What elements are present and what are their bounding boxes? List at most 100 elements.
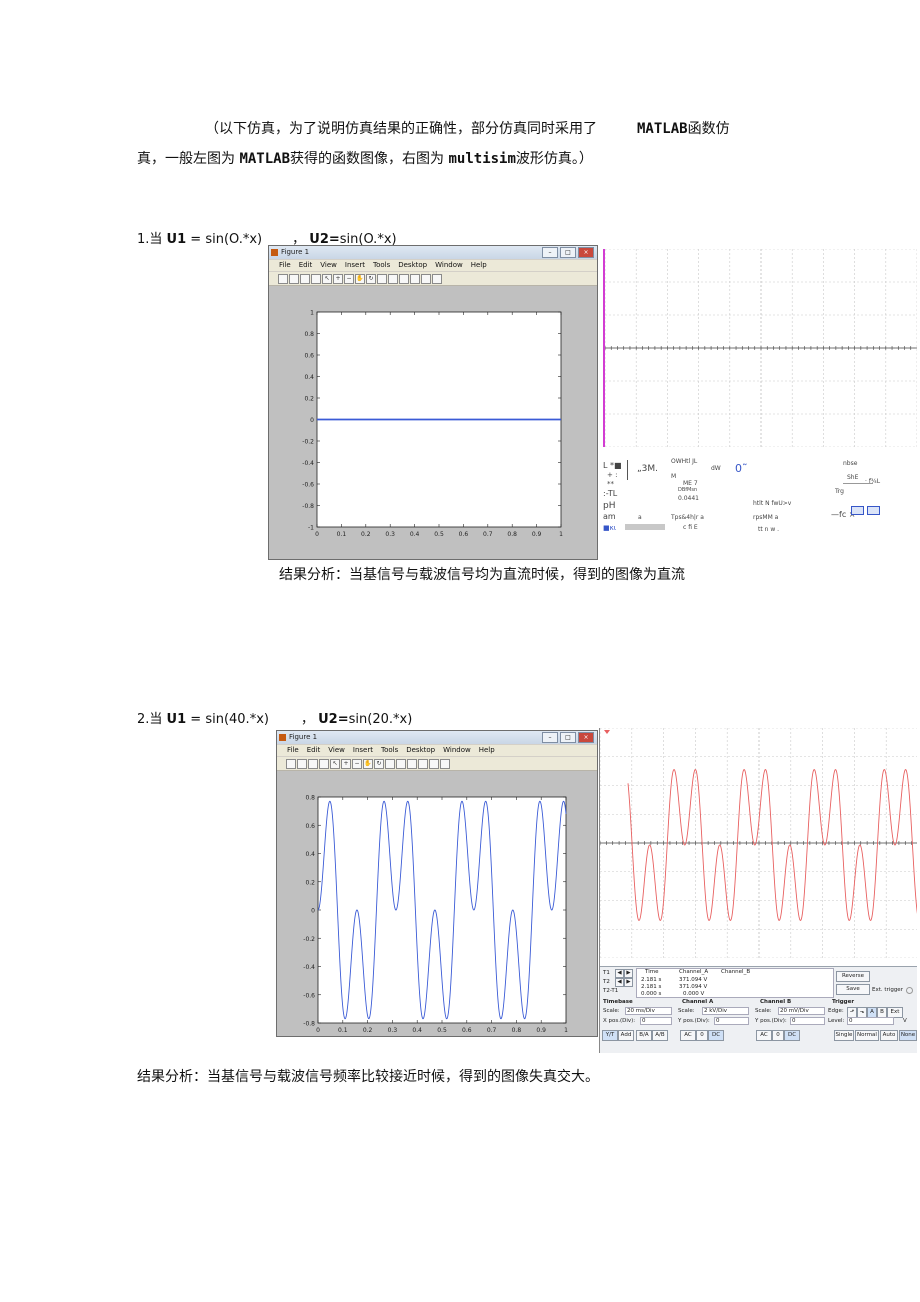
level-unit: V xyxy=(903,1018,907,1024)
trigger-label: Trigger xyxy=(832,999,855,1005)
ba-button[interactable]: B/A xyxy=(636,1030,652,1041)
ocr-text: nbse xyxy=(843,460,858,467)
yt-button[interactable]: Y/T xyxy=(602,1030,618,1041)
y-tick-label: 0.4 xyxy=(305,851,315,858)
auto-button[interactable]: Auto xyxy=(880,1030,898,1041)
channel-b-dc-button[interactable]: DC xyxy=(784,1030,800,1041)
ext-trigger-radio[interactable] xyxy=(906,987,913,994)
t1-label: T1 xyxy=(603,970,610,976)
x-tick-label: 0.6 xyxy=(459,531,469,538)
y-tick-label: 0 xyxy=(311,908,315,915)
scope-grid-2 xyxy=(600,728,917,959)
edge-label: Edge: xyxy=(828,1008,844,1014)
y-tick-label: 0.8 xyxy=(305,795,315,802)
add-button[interactable]: Add xyxy=(618,1030,634,1041)
channel-a-ac-button[interactable]: AC xyxy=(680,1030,696,1041)
t2-label: T2 xyxy=(603,979,610,985)
scope-option-button[interactable] xyxy=(867,506,880,515)
y-tick-label: 1 xyxy=(310,310,314,317)
y-tick-label: -0.4 xyxy=(302,460,314,467)
ocr-text: c fi E xyxy=(683,524,698,531)
t1-left-arrow-icon[interactable]: ◀ xyxy=(615,969,624,978)
ocr-text: am xyxy=(603,512,616,521)
x-tick-label: 0.5 xyxy=(437,1027,447,1034)
y-tick-label: 0.6 xyxy=(305,823,315,830)
ocr-text: L *■ xyxy=(603,461,622,470)
x-pos-field[interactable]: 0 xyxy=(640,1017,672,1025)
matlab-figure-2: Figure 1 – □ × File Edit View Insert Tools… xyxy=(276,730,598,1037)
channel-b-scale-field[interactable]: 20 mV/Div xyxy=(778,1007,825,1015)
matlab-figure-1: Figure 1 – □ × File Edit View Insert Tools… xyxy=(268,245,598,560)
ocr-text: tt n w . xyxy=(758,526,780,533)
x-tick-label: 0.9 xyxy=(536,1027,546,1034)
y-tick-label: -0.2 xyxy=(302,439,314,446)
normal-button[interactable]: Normal xyxy=(855,1030,879,1041)
x-tick-label: 0.5 xyxy=(434,531,444,538)
scope-control-panel: T1 T2 T2-T1 ◀ ▶ ◀ ▶ Time Channel_A Chann… xyxy=(600,966,917,1053)
channel-b-scale-label: Scale: xyxy=(755,1008,772,1014)
ocr-text: M xyxy=(671,473,677,480)
none-button[interactable]: None xyxy=(899,1030,917,1041)
y-tick-label: 0.2 xyxy=(304,396,314,403)
reverse-button[interactable]: Reverse xyxy=(836,971,870,982)
ocr-text: htlt N fwU>v xyxy=(753,500,792,507)
t2-left-arrow-icon[interactable]: ◀ xyxy=(615,978,624,987)
scope-1-panel-ocr: L *■ + : ** :-TL pH am ■κι „3M. OWHtl JL… xyxy=(603,458,917,538)
ab-button[interactable]: A/B xyxy=(652,1030,668,1041)
timebase-scale-field[interactable]: 20 ms/Div xyxy=(625,1007,672,1015)
timebase-scale-label: Scale: xyxy=(603,1008,620,1014)
y-tick-label: 0.8 xyxy=(304,331,314,338)
intro-line-2: 真，一般左图为 MATLAB获得的函数图像，右图为 multisim波形仿真。） xyxy=(137,151,593,167)
scope-option-button[interactable] xyxy=(851,506,864,515)
col-channel-a: Channel_A xyxy=(679,969,709,975)
y-tick-label: -0.6 xyxy=(302,482,314,489)
multisim-scope-2: T1 T2 T2-T1 ◀ ▶ ◀ ▶ Time Channel_A Chann… xyxy=(599,728,917,1053)
channel-b-ac-button[interactable]: AC xyxy=(756,1030,772,1041)
y-tick-label: 0.4 xyxy=(304,374,314,381)
ocr-text: pH xyxy=(603,501,616,511)
r3-time: 0.000 s xyxy=(641,991,662,997)
y-tick-label: -0.4 xyxy=(303,964,315,971)
channel-a-zero-button[interactable]: 0 xyxy=(696,1030,708,1041)
x-tick-label: 1 xyxy=(559,531,563,538)
channel-b-zero-button[interactable]: 0 xyxy=(772,1030,784,1041)
channel-a-dc-button[interactable]: DC xyxy=(708,1030,724,1041)
r3-cha: 0.000 V xyxy=(683,991,705,997)
save-button[interactable]: Save xyxy=(836,984,870,995)
col-channel-b: Channel_B xyxy=(721,969,751,975)
col-time: Time xyxy=(645,969,659,975)
channel-a-scale-field[interactable]: 2 kV/Div xyxy=(702,1007,749,1015)
r2-cha: 371.094 V xyxy=(679,984,708,990)
section-2-heading: 2.当 U1 = sin(40.*x)， U2=sin(20.*x) xyxy=(137,712,413,727)
ocr-text: ME 7 xyxy=(683,480,698,487)
channel-b-ypos-field[interactable]: 0 xyxy=(790,1017,825,1025)
x-tick-label: 0.8 xyxy=(507,531,517,538)
channel-a-ypos-field[interactable]: 0 xyxy=(714,1017,749,1025)
ocr-text: „3M. xyxy=(637,464,659,474)
cursor-readout-table: Time Channel_A Channel_B 2.181 s 371.094… xyxy=(636,968,834,998)
x-pos-label: X pos.(Div): xyxy=(603,1018,636,1024)
level-field[interactable]: 0 xyxy=(847,1017,894,1025)
ocr-text: a xyxy=(638,514,642,521)
r1-cha: 371.094 V xyxy=(679,977,708,983)
ocr-text: Trg xyxy=(835,488,844,495)
ocr-text: rpsMM a xyxy=(753,514,779,521)
matlab-plot-2: 0.80.60.40.20-0.2-0.4-0.6-0.80 0.1 0.2 0.3 0… xyxy=(303,795,568,1035)
ocr-text: OWHtl JL xyxy=(671,458,698,465)
single-button[interactable]: Single xyxy=(834,1030,854,1041)
section-2-analysis: 结果分析：当基信号与载波信号频率比较接近时候，得到的图像失真交大。 xyxy=(137,1069,599,1085)
y-tick-label: 0 xyxy=(310,417,314,424)
t2-t1-label: T2-T1 xyxy=(603,988,619,994)
ocr-text: 0˜ xyxy=(735,462,748,475)
trigger-marker-icon xyxy=(604,730,610,734)
x-tick-label: 0.8 xyxy=(512,1027,522,1034)
t2-right-arrow-icon[interactable]: ▶ xyxy=(624,978,633,987)
ocr-text: Tps&4h|r a xyxy=(671,514,704,521)
x-tick-label: 0.4 xyxy=(410,531,420,538)
channel-b-ypos-label: Y pos.(Div): xyxy=(755,1018,787,1024)
ocr-text: ■κι xyxy=(603,524,617,532)
t1-right-arrow-icon[interactable]: ▶ xyxy=(624,969,633,978)
x-tick-label: 0.2 xyxy=(361,531,371,538)
scope-slider[interactable] xyxy=(625,524,665,530)
x-tick-label: 0.6 xyxy=(462,1027,472,1034)
